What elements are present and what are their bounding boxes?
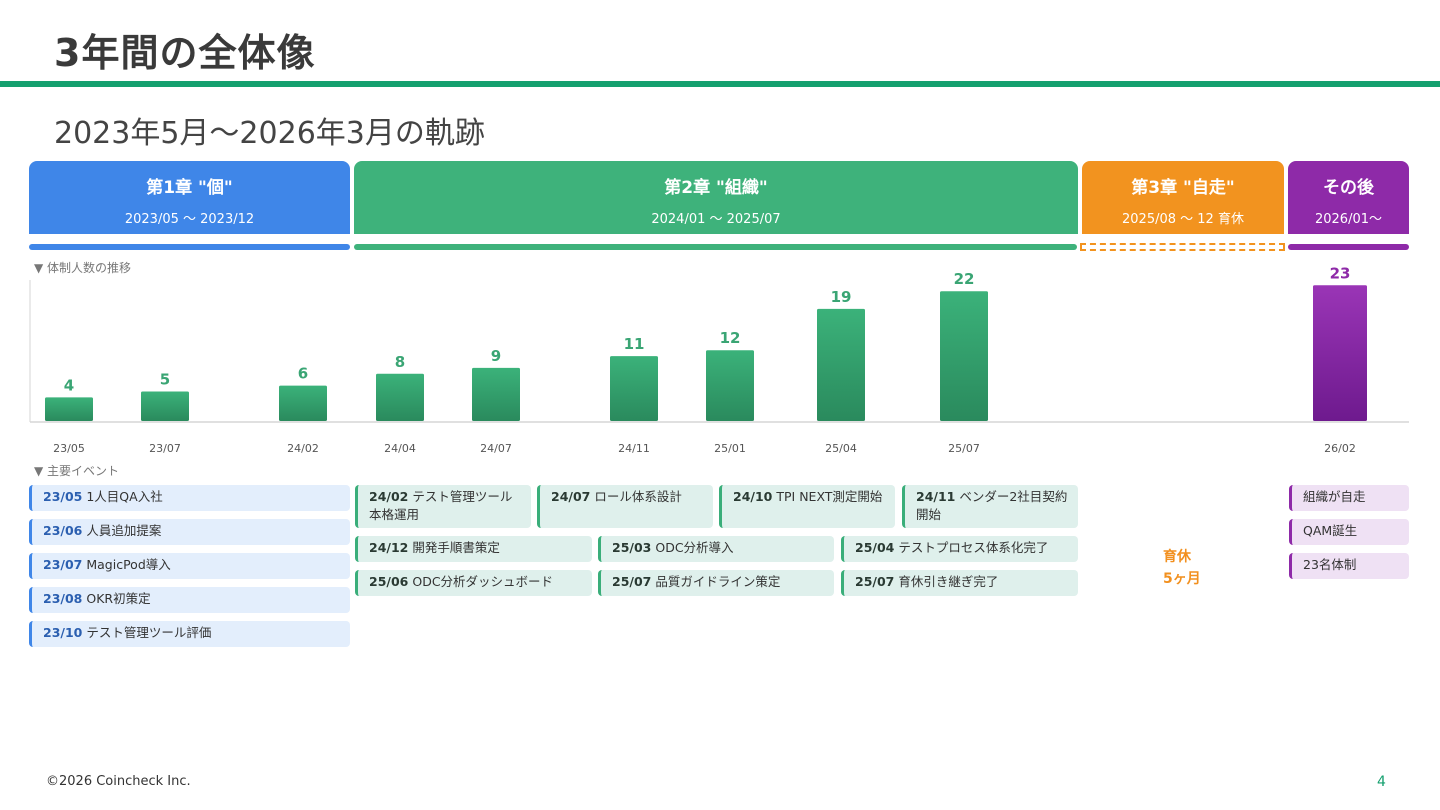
- event-item: 24/12 開発手順書策定: [355, 536, 592, 562]
- event-item: 24/10 TPI NEXT測定開始: [719, 485, 895, 528]
- event-item: 25/07 品質ガイドライン策定: [598, 570, 834, 596]
- bar-24-11: [610, 356, 658, 421]
- event-date: 24/11: [916, 489, 956, 504]
- x-tick-label: 25/07: [948, 442, 980, 455]
- events-section-label: ▼ 主要イベント: [34, 464, 120, 478]
- bar-value-label: 11: [624, 335, 645, 353]
- x-tick-label: 25/04: [825, 442, 857, 455]
- event-date: 25/07: [612, 574, 652, 589]
- event-item: 25/04 テストプロセス体系化完了: [841, 536, 1078, 562]
- x-tick-label: 24/04: [384, 442, 416, 455]
- event-text: 組織が自走: [1303, 489, 1366, 504]
- event-item: 23名体制: [1289, 553, 1409, 579]
- x-tick-label: 25/01: [714, 442, 746, 455]
- footer-copyright: ©2026 Coincheck Inc.: [46, 774, 191, 789]
- bar-25-01: [706, 350, 754, 421]
- event-text: ロール体系設計: [594, 489, 682, 504]
- event-text: TPI NEXT測定開始: [776, 489, 883, 504]
- event-date: 24/10: [733, 489, 773, 504]
- event-item: 25/03 ODC分析導入: [598, 536, 834, 562]
- event-date: 25/03: [612, 540, 652, 555]
- event-item: 24/02 テスト管理ツール本格運用: [355, 485, 531, 528]
- bar-value-label: 9: [491, 347, 501, 365]
- event-date: 23/05: [43, 489, 83, 504]
- event-date: 23/07: [43, 557, 83, 572]
- event-item: 24/11 ベンダー2社目契約開始: [902, 485, 1078, 528]
- headcount-bar-chart: 4 23/05 5 23/07 6 24/02 8 24/04 9 24/07 11 24/11 12 2…: [29, 264, 1409, 455]
- bar-23-07: [141, 391, 189, 421]
- event-item: 組織が自走: [1289, 485, 1409, 511]
- x-tick-label: 24/07: [480, 442, 512, 455]
- event-date: 24/07: [551, 489, 591, 504]
- event-text: 品質ガイドライン策定: [655, 574, 781, 589]
- event-date: 23/10: [43, 625, 83, 640]
- event-text: ODC分析導入: [655, 540, 734, 555]
- bar-25-04: [817, 308, 865, 421]
- event-text: QAM誕生: [1303, 523, 1358, 538]
- bar-value-label: 12: [720, 329, 741, 347]
- x-tick-label: 23/07: [149, 442, 181, 455]
- x-tick-label: 26/02: [1324, 442, 1356, 455]
- bar-24-02: [279, 385, 327, 421]
- event-item: 23/08 OKR初策定: [29, 587, 350, 613]
- event-text: MagicPod導入: [86, 557, 171, 572]
- bar-value-label: 22: [954, 270, 975, 288]
- event-text: ODC分析ダッシュボード: [412, 574, 554, 589]
- event-text: 育休引き継ぎ完了: [898, 574, 999, 589]
- x-tick-label: 23/05: [53, 442, 85, 455]
- event-date: 24/12: [369, 540, 409, 555]
- bar-26-02: [1313, 285, 1367, 421]
- bar-23-05: [45, 397, 93, 421]
- event-date: 25/04: [855, 540, 895, 555]
- bar-24-04: [376, 373, 424, 421]
- event-text: 開発手順書策定: [412, 540, 500, 555]
- bar-value-label: 5: [160, 371, 170, 389]
- bar-value-label: 23: [1330, 264, 1351, 282]
- event-item: 23/05 1人目QA入社: [29, 485, 350, 511]
- event-date: 24/02: [369, 489, 409, 504]
- event-text: 23名体制: [1303, 557, 1357, 572]
- parental-leave-note: 育休 5ヶ月: [1163, 546, 1201, 590]
- event-item: 23/06 人員追加提案: [29, 519, 350, 545]
- x-tick-label: 24/11: [618, 442, 650, 455]
- event-date: 25/07: [855, 574, 895, 589]
- bar-value-label: 4: [64, 376, 74, 394]
- event-text: テスト管理ツール評価: [86, 625, 212, 640]
- x-tick-label: 24/02: [287, 442, 319, 455]
- bar-value-label: 8: [395, 353, 405, 371]
- bar-value-label: 19: [831, 288, 852, 306]
- event-item: 23/10 テスト管理ツール評価: [29, 621, 350, 647]
- event-text: 1人目QA入社: [86, 489, 163, 504]
- leave-note-line: 育休: [1163, 549, 1191, 565]
- event-item: 25/07 育休引き継ぎ完了: [841, 570, 1078, 596]
- event-item: 24/07 ロール体系設計: [537, 485, 713, 528]
- event-date: 23/06: [43, 523, 83, 538]
- bar-25-07: [940, 291, 988, 421]
- event-item: QAM誕生: [1289, 519, 1409, 545]
- event-item: 25/06 ODC分析ダッシュボード: [355, 570, 592, 596]
- event-text: OKR初策定: [86, 591, 151, 606]
- event-text: 人員追加提案: [86, 523, 162, 538]
- event-item: 23/07 MagicPod導入: [29, 553, 350, 579]
- event-date: 23/08: [43, 591, 83, 606]
- event-text: テストプロセス体系化完了: [898, 540, 1049, 555]
- page-number: 4: [1377, 774, 1386, 790]
- bar-value-label: 6: [298, 365, 308, 383]
- leave-note-line: 5ヶ月: [1163, 571, 1201, 587]
- bar-24-07: [472, 367, 520, 421]
- event-date: 25/06: [369, 574, 409, 589]
